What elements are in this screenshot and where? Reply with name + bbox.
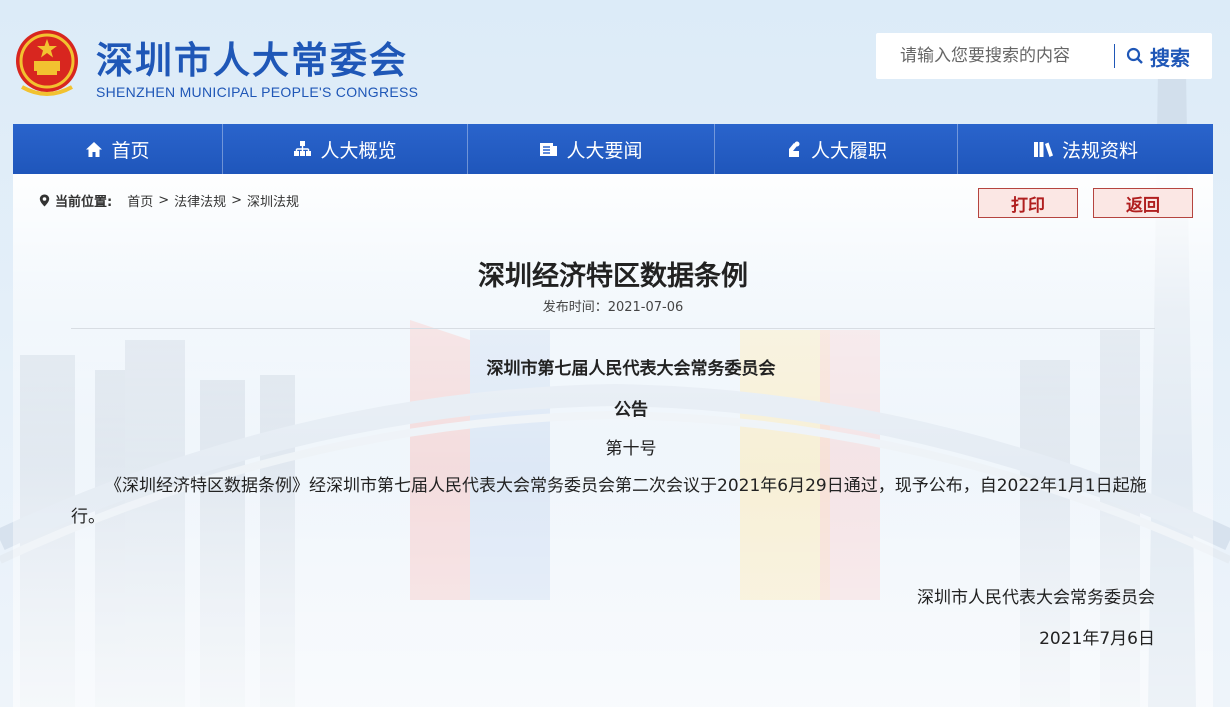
- nav-item-label: 人大要闻: [566, 139, 643, 162]
- title-divider: [71, 328, 1155, 329]
- breadcrumb-label: 当前位置:: [55, 195, 113, 210]
- duty-icon: [788, 141, 800, 157]
- back-button[interactable]: 返回: [1093, 188, 1193, 218]
- search-button[interactable]: 搜索: [1126, 33, 1210, 79]
- breadcrumb-separator: >: [231, 193, 243, 208]
- breadcrumb: 当前位置: 首页 > 法律法规 > 深圳法规: [39, 191, 299, 210]
- breadcrumb-link-shenzhen-laws[interactable]: 深圳法规: [247, 191, 299, 210]
- sign-date: 2021年7月6日: [1039, 629, 1155, 649]
- article-title: 深圳经济特区数据条例: [478, 261, 748, 292]
- national-emblem-logo[interactable]: [12, 27, 82, 99]
- location-pin-icon: [39, 194, 50, 207]
- issuer-heading: 深圳市第七届人民代表大会常务委员会: [486, 359, 776, 379]
- nav-item-label: 法规资料: [1061, 139, 1138, 162]
- search-separator: [1114, 44, 1115, 68]
- nav-item-laws[interactable]: 法规资料: [958, 124, 1213, 174]
- signature: 深圳市人民代表大会常务委员会: [917, 588, 1155, 608]
- article-body: 《深圳经济特区数据条例》经深圳市第七届人民代表大会常务委员会第二次会议于2021…: [71, 476, 1147, 527]
- home-icon: [86, 141, 103, 157]
- nav-item-label: 人大概览: [320, 139, 397, 162]
- print-button[interactable]: 打印: [978, 188, 1078, 218]
- nav-item-news[interactable]: 人大要闻: [468, 124, 715, 174]
- site-title[interactable]: 深圳市人大常委会: [96, 30, 408, 84]
- breadcrumb-separator: >: [158, 193, 170, 208]
- article-panel: 当前位置: 首页 > 法律法规 > 深圳法规 打印 返回 深圳经济特区数据条例 …: [13, 174, 1213, 707]
- books-icon: [1033, 141, 1053, 157]
- breadcrumb-link-home[interactable]: 首页: [127, 191, 153, 210]
- search-icon: [1126, 47, 1143, 64]
- news-icon: [540, 142, 558, 156]
- nav-item-label: 人大履职: [810, 139, 887, 162]
- notice-number: 第十号: [605, 439, 657, 459]
- nav-item-overview[interactable]: 人大概览: [223, 124, 468, 174]
- nav-item-home[interactable]: 首页: [13, 124, 223, 174]
- nav-item-label: 首页: [111, 139, 150, 162]
- org-chart-icon: [294, 141, 312, 156]
- nav-item-duty[interactable]: 人大履职: [715, 124, 958, 174]
- breadcrumb-link-laws[interactable]: 法律法规: [174, 191, 226, 210]
- publish-date: 发布时间：2021-07-06: [542, 300, 684, 315]
- notice-heading: 公告: [614, 400, 648, 420]
- site-subtitle: SHENZHEN MUNICIPAL PEOPLE'S CONGRESS: [96, 84, 419, 100]
- search-box: 搜索: [876, 33, 1212, 79]
- search-button-label: 搜索: [1150, 45, 1190, 70]
- main-nav: 首页 人大概览 人大要闻 人大履职 法规资料: [13, 124, 1213, 174]
- site-header: 深圳市人大常委会 SHENZHEN MUNICIPAL PEOPLE'S CON…: [0, 0, 1230, 124]
- search-input[interactable]: [876, 33, 1112, 79]
